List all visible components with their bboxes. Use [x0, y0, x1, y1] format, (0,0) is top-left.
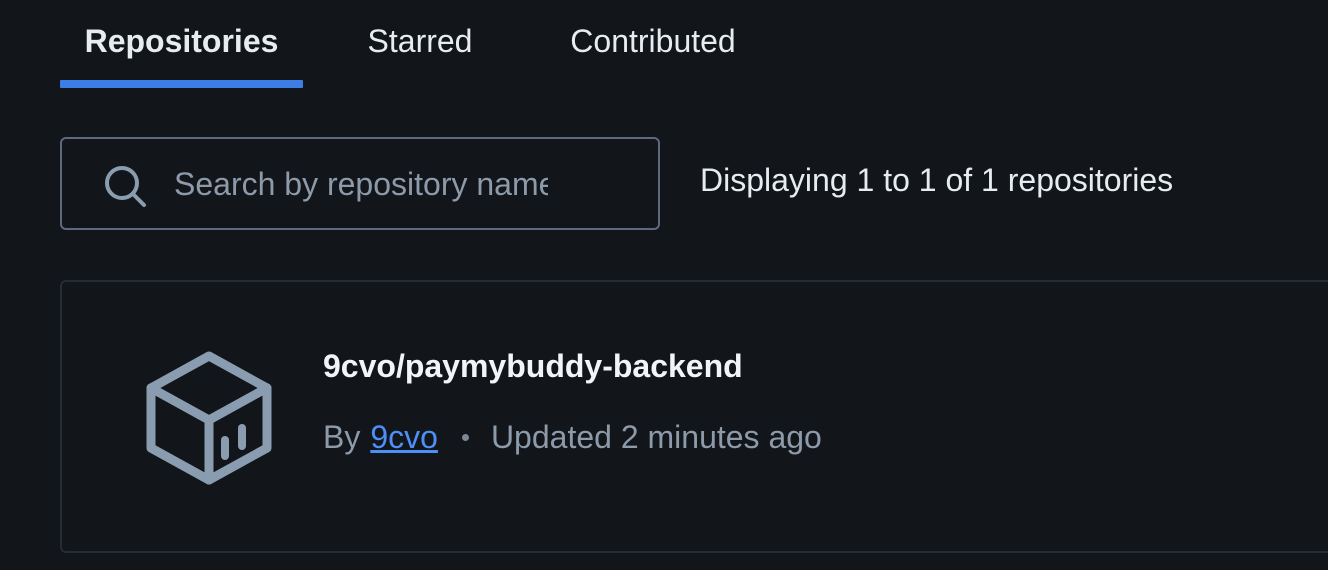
repository-meta: By 9cvo Updated 2 minutes ago — [323, 419, 822, 456]
repository-cube-icon — [146, 351, 272, 485]
owner-link[interactable]: 9cvo — [370, 419, 438, 456]
search-icon — [105, 166, 146, 207]
tab-contributed-label: Contributed — [570, 22, 736, 59]
result-count: Displaying 1 to 1 of 1 repositories — [700, 162, 1174, 198]
tab-contributed[interactable]: Contributed — [538, 0, 768, 88]
by-label: By — [323, 419, 361, 455]
repository-search[interactable] — [60, 137, 660, 230]
tab-starred-label: Starred — [367, 22, 473, 59]
tab-repositories[interactable]: Repositories — [60, 0, 303, 88]
separator-dot — [461, 434, 469, 441]
search-input[interactable] — [174, 161, 548, 207]
tab-starred[interactable]: Starred — [340, 0, 500, 88]
updated-time: Updated 2 minutes ago — [490, 419, 822, 455]
repository-tabs: Repositories Starred Contributed — [60, 0, 768, 88]
repository-card[interactable]: 9cvo/paymybuddy-backend By 9cvo Updated … — [60, 280, 1328, 553]
repository-name-link[interactable]: 9cvo/paymybuddy-backend — [323, 348, 743, 385]
tab-repositories-label: Repositories — [84, 22, 279, 59]
